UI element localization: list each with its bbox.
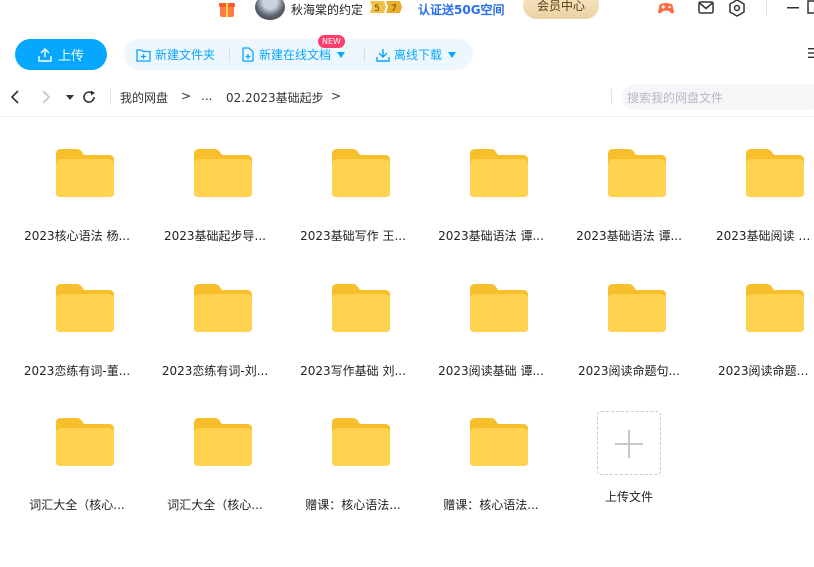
folder-icon — [194, 149, 252, 197]
verify-link[interactable]: 认证送50G空间 — [418, 1, 505, 18]
folder-item[interactable]: 2023核心语法 杨... — [8, 147, 146, 257]
folder-item[interactable]: 2023阅读命题句... — [698, 282, 814, 392]
refresh-icon[interactable] — [81, 89, 97, 105]
nav-divider — [611, 89, 612, 105]
folder-name: 2023核心语法 杨... — [24, 229, 130, 243]
new-online-doc-label: 新建在线文档 — [259, 48, 332, 62]
top-bar: 秋海棠的约定 5 7 认证送50G空间 会员中心 — [0, 0, 814, 20]
folder-icon — [56, 149, 114, 197]
menu-icon[interactable] — [808, 47, 814, 59]
forward-arrow-icon[interactable] — [37, 89, 53, 105]
folder-name: 2023基础语法 谭... — [576, 229, 682, 243]
folder-name: 词汇大全（核心... — [167, 498, 263, 512]
folder-item[interactable]: 赠课：核心语法... — [422, 416, 560, 526]
history-dropdown-icon[interactable] — [62, 89, 78, 105]
topbar-divider — [766, 0, 767, 16]
folder-plus-icon — [136, 48, 151, 62]
folder-icon — [746, 284, 804, 332]
folder-icon — [608, 284, 666, 332]
nav-divider — [110, 89, 111, 105]
folder-icon — [194, 284, 252, 332]
breadcrumb-current[interactable]: 02.2023基础起步 — [226, 89, 324, 106]
new-folder-button[interactable]: 新建文件夹 — [136, 39, 215, 70]
folder-name: 赠课：核心语法... — [305, 498, 401, 512]
gift-icon[interactable] — [217, 0, 237, 18]
svg-text:7: 7 — [391, 4, 397, 14]
folder-icon — [746, 149, 804, 197]
upload-icon — [38, 47, 52, 62]
folder-item[interactable]: 词汇大全（核心... — [8, 416, 146, 526]
folder-name: 2023恋练有词-董... — [23, 364, 131, 378]
upload-button[interactable]: 上传 — [15, 39, 107, 70]
folder-item[interactable]: 2023写作基础 刘... — [284, 282, 422, 392]
folder-item[interactable]: 2023基础语法 谭... — [560, 147, 698, 257]
avatar[interactable] — [255, 0, 285, 20]
toolbar-divider — [229, 48, 230, 62]
download-icon — [376, 48, 390, 62]
breadcrumb-ellipsis[interactable]: ... — [201, 89, 212, 103]
folder-name: 2023基础阅读 舒... — [716, 229, 814, 243]
new-badge: NEW — [318, 35, 345, 48]
folder-icon — [608, 149, 666, 197]
folder-name: 2023基础起步导... — [164, 229, 266, 243]
vip-center-button[interactable]: 会员中心 — [523, 0, 599, 19]
level-badge[interactable]: 5 7 — [370, 0, 402, 14]
folder-icon — [56, 418, 114, 466]
game-icon[interactable] — [657, 0, 675, 17]
folder-icon — [332, 418, 390, 466]
plus-icon — [628, 430, 630, 458]
folder-item[interactable]: 2023基础语法 谭... — [422, 147, 560, 257]
upload-file-tile[interactable] — [597, 411, 661, 475]
folder-name: 2023阅读基础 谭... — [438, 364, 544, 378]
folder-name: 赠课：核心语法... — [443, 498, 539, 512]
folder-icon — [470, 418, 528, 466]
offline-download-button[interactable]: 离线下载 — [376, 39, 457, 70]
folder-name: 2023基础语法 谭... — [438, 229, 544, 243]
folder-item[interactable]: 2023阅读命题句... — [560, 282, 698, 392]
new-folder-label: 新建文件夹 — [155, 48, 216, 62]
folder-item[interactable]: 2023基础起步导... — [146, 147, 284, 257]
folder-icon — [470, 284, 528, 332]
folder-item[interactable]: 2023恋练有词-董... — [8, 282, 146, 392]
settings-icon[interactable] — [728, 0, 746, 17]
upload-file-label: 上传文件 — [604, 490, 653, 504]
svg-text:5: 5 — [374, 4, 380, 14]
username[interactable]: 秋海棠的约定 — [291, 1, 363, 18]
breadcrumb-root[interactable]: 我的网盘 — [120, 89, 168, 106]
folder-icon — [332, 284, 390, 332]
folder-item[interactable]: 2023阅读基础 谭... — [422, 282, 560, 392]
folder-name: 2023恋练有词-刘... — [161, 364, 269, 378]
folder-icon — [194, 418, 252, 466]
upload-button-label: 上传 — [57, 49, 84, 64]
doc-plus-icon — [242, 47, 254, 62]
folder-name: 2023阅读命题句... — [718, 364, 814, 378]
dropdown-caret-icon — [448, 51, 457, 58]
toolbar-group: 新建文件夹 新建在线文档 离线下载 — [124, 39, 473, 70]
minimize-icon[interactable] — [784, 0, 802, 17]
breadcrumb-separator: > — [331, 89, 342, 103]
folder-name: 2023写作基础 刘... — [300, 364, 406, 378]
folder-icon — [56, 284, 114, 332]
mail-icon[interactable] — [697, 0, 715, 17]
back-arrow-icon[interactable] — [8, 89, 24, 105]
maximize-icon[interactable] — [806, 0, 814, 17]
folder-icon — [332, 149, 390, 197]
folder-item[interactable]: 2023基础写作 王... — [284, 147, 422, 257]
search-input[interactable]: 搜索我的网盘文件 — [622, 84, 814, 110]
breadcrumb-separator: > — [181, 89, 192, 103]
folder-name: 2023基础写作 王... — [300, 229, 406, 243]
folder-item[interactable]: 赠课：核心语法... — [284, 416, 422, 526]
folder-name: 2023阅读命题句... — [578, 364, 680, 378]
folder-name: 词汇大全（核心... — [29, 498, 125, 512]
toolbar-divider — [364, 48, 365, 62]
folder-item[interactable]: 2023恋练有词-刘... — [146, 282, 284, 392]
folder-icon — [470, 149, 528, 197]
folder-item[interactable]: 2023基础阅读 舒... — [698, 147, 814, 257]
folder-item[interactable]: 词汇大全（核心... — [146, 416, 284, 526]
dropdown-caret-icon — [337, 51, 346, 58]
offline-download-label: 离线下载 — [394, 48, 443, 62]
